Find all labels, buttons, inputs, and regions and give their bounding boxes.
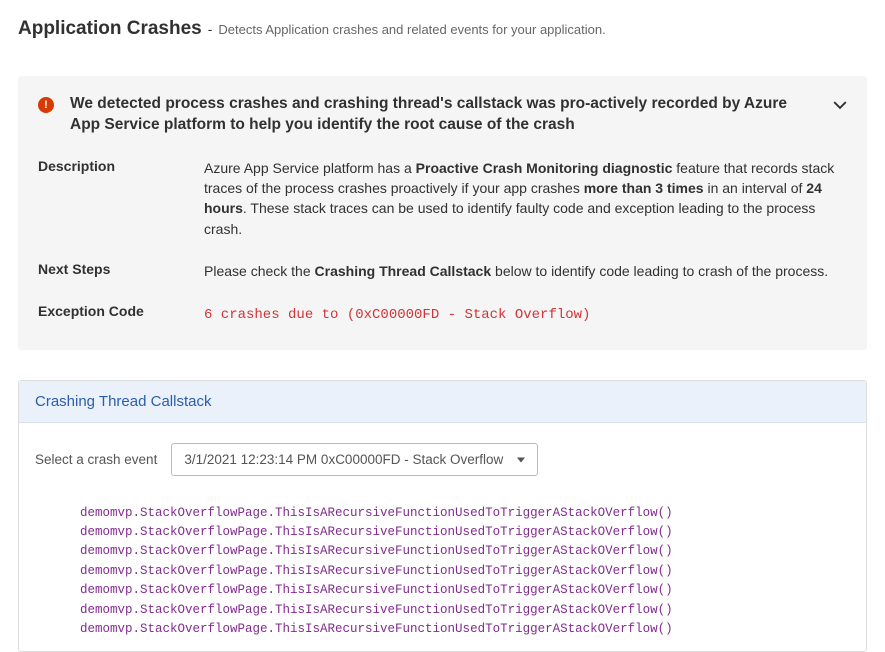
detail-row-next-steps: Next Steps Please check the Crashing Thr… [38, 261, 847, 281]
crash-alert-card: We detected process crashes and crashing… [18, 76, 867, 350]
page-title: Application Crashes [18, 18, 202, 40]
stack-frame: demomvp.StackOverflowPage.ThisIsARecursi… [80, 504, 850, 523]
detail-value: Azure App Service platform has a Proacti… [204, 158, 847, 239]
detail-row-exception-code: Exception Code 6 crashes due to (0xC0000… [38, 303, 847, 325]
detail-value: 6 crashes due to (0xC00000FD - Stack Ove… [204, 303, 847, 325]
callstack-panel: Crashing Thread Callstack Select a crash… [18, 380, 867, 652]
stack-frame: demomvp.StackOverflowPage.ThisIsARecursi… [80, 581, 850, 600]
page-subtitle: Detects Application crashes and related … [218, 22, 605, 37]
text-bold: Crashing Thread Callstack [315, 263, 492, 279]
stack-frame: demomvp.StackOverflowPage.ThisIsARecursi… [80, 542, 850, 561]
callstack-list: demomvp.StackOverflowPage.ThisIsARecursi… [35, 504, 850, 640]
stack-frame: demomvp.StackOverflowPage.ThisIsARecursi… [80, 601, 850, 620]
detail-row-description: Description Azure App Service platform h… [38, 158, 847, 239]
error-icon [38, 97, 54, 113]
text-bold: more than 3 times [584, 180, 704, 196]
detail-value: Please check the Crashing Thread Callsta… [204, 261, 847, 281]
exception-code-text: 6 crashes due to (0xC00000FD - Stack Ove… [204, 307, 590, 323]
text: Azure App Service platform has a [204, 160, 416, 176]
detail-label: Next Steps [38, 261, 204, 281]
detail-label: Exception Code [38, 303, 204, 325]
text-bold: Proactive Crash Monitoring diagnostic [416, 160, 673, 176]
text: in an interval of [704, 180, 807, 196]
header-separator: - [208, 21, 213, 37]
stack-frame: demomvp.StackOverflowPage.ThisIsARecursi… [80, 620, 850, 639]
text: . These stack traces can be used to iden… [204, 200, 815, 236]
text: below to identify code leading to crash … [491, 263, 828, 279]
chevron-down-icon[interactable] [833, 98, 847, 112]
stack-frame: demomvp.StackOverflowPage.ThisIsARecursi… [80, 523, 850, 542]
alert-header-row[interactable]: We detected process crashes and crashing… [38, 94, 847, 136]
detail-label: Description [38, 158, 204, 239]
crash-event-select-row: Select a crash event 3/1/2021 12:23:14 P… [35, 443, 850, 476]
crash-event-dropdown[interactable]: 3/1/2021 12:23:14 PM 0xC00000FD - Stack … [171, 443, 538, 476]
text: Please check the [204, 263, 315, 279]
page-header: Application Crashes - Detects Applicatio… [18, 0, 867, 50]
crash-event-label: Select a crash event [35, 452, 157, 467]
panel-body: Select a crash event 3/1/2021 12:23:14 P… [19, 423, 866, 652]
alert-title: We detected process crashes and crashing… [70, 94, 817, 136]
stack-frame: demomvp.StackOverflowPage.ThisIsARecursi… [80, 562, 850, 581]
panel-title: Crashing Thread Callstack [19, 381, 866, 423]
